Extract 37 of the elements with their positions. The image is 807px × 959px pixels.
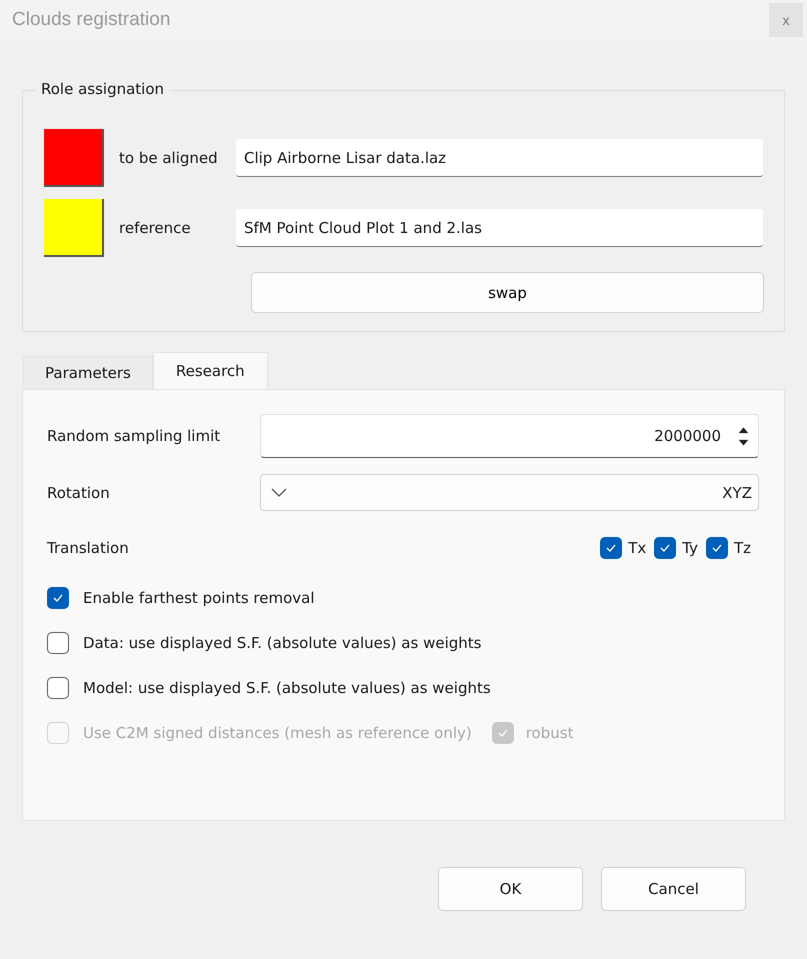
checkbox[interactable]	[47, 632, 69, 654]
cloud-field[interactable]: SfM Point Cloud Plot 1 and 2.las	[236, 209, 763, 247]
checkbox-label: robust	[526, 724, 574, 742]
window-title: Clouds registration	[12, 9, 170, 31]
tab[interactable]: Research	[152, 352, 268, 389]
checkbox-label: Tx	[628, 539, 646, 557]
chevron-icon	[271, 488, 287, 498]
color-swatch[interactable]	[44, 129, 104, 187]
role-label: to be aligned	[118, 149, 219, 167]
dialog-button[interactable]: OK	[438, 867, 583, 911]
checkbox[interactable]	[47, 586, 69, 608]
checkbox-label: Enable farthest points removal	[83, 588, 315, 606]
checkmark-icon	[659, 543, 672, 553]
checkbox[interactable]	[654, 537, 676, 559]
field-label: Translation	[47, 539, 130, 557]
dialog-button[interactable]: Cancel	[601, 867, 746, 911]
tab[interactable]: Parameters	[23, 356, 153, 389]
checkbox-label: Ty	[682, 539, 698, 557]
checkmark-icon	[52, 592, 64, 602]
checkmark-icon	[605, 543, 618, 553]
role-label: reference	[118, 219, 192, 237]
checkmark-icon	[710, 543, 723, 553]
checkbox[interactable]	[706, 537, 728, 559]
checkbox-label: Tz	[734, 539, 751, 557]
rotation-dropdown[interactable]: XYZ	[260, 474, 759, 511]
checkbox[interactable]	[47, 676, 69, 698]
color-swatch[interactable]	[44, 199, 104, 257]
cloud-field[interactable]: Clip Airborne Lisar data.laz	[236, 139, 763, 177]
field-label: Random sampling limit	[47, 427, 222, 445]
group-title: Role assignation	[35, 80, 170, 98]
checkmark-icon	[496, 728, 509, 738]
checkbox-label: Use C2M signed distances (mesh as reference only)	[83, 724, 472, 742]
checkbox-label: Model: use displayed S.F. (absolute values) as weights	[83, 678, 491, 696]
field-label: Rotation	[47, 484, 111, 502]
checkbox[interactable]	[600, 537, 622, 559]
swap-button[interactable]: swap	[251, 272, 764, 313]
checkbox-label: Data: use displayed S.F. (absolute values) as weights	[83, 634, 482, 652]
